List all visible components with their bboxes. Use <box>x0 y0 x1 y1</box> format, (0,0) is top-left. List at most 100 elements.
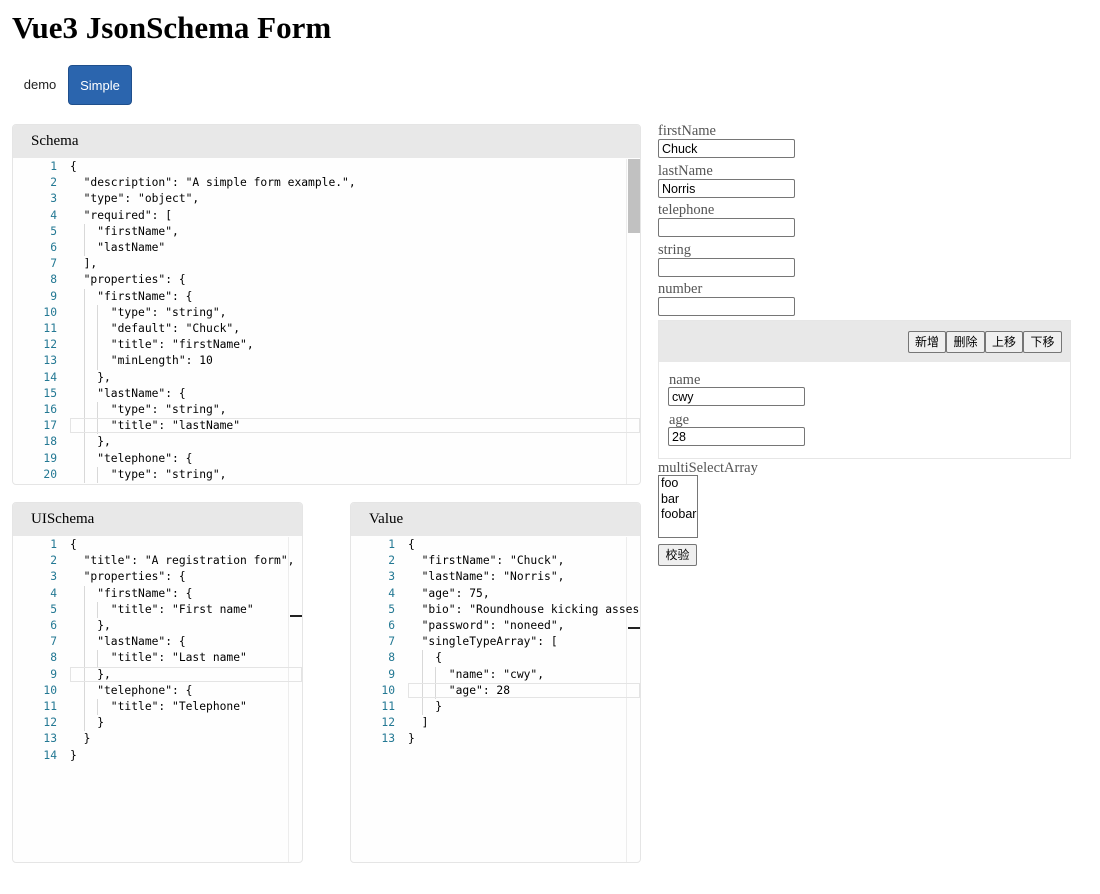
code-line: 2 "title": "A registration form", <box>13 553 302 569</box>
code-text: "minLength": 10 <box>70 354 213 368</box>
line-number: 5 <box>388 602 395 616</box>
tab-demo[interactable]: demo <box>14 65 66 105</box>
value-editor[interactable]: 1{2 "firstName": "Chuck", 3 "lastName": "… <box>351 537 640 862</box>
code-text: "lastName": { <box>70 635 186 649</box>
code-text: }, <box>70 435 111 449</box>
indent-guide <box>97 353 99 370</box>
indent-guide <box>83 715 85 732</box>
code-text: "age": 75, <box>408 586 490 600</box>
line-number: 6 <box>50 241 57 254</box>
item-age-input[interactable] <box>668 427 805 446</box>
indent-guide <box>97 321 99 338</box>
indent-guide <box>83 240 85 257</box>
indent-guide <box>97 337 99 354</box>
code-line: 4 "required": [ <box>13 208 640 224</box>
move-down-button[interactable]: 下移 <box>1023 331 1062 353</box>
number-input[interactable] <box>658 297 795 316</box>
indent-guide <box>83 288 85 305</box>
schema-editor[interactable]: 1{2 "description": "A simple form exampl… <box>13 159 640 484</box>
line-number: 1 <box>388 538 395 551</box>
line-number: 13 <box>43 354 57 368</box>
line-number: 11 <box>43 700 57 713</box>
line-number: 20 <box>43 467 57 481</box>
code-line: 8 { <box>351 650 640 666</box>
code-line: 3 "lastName": "Norris", <box>351 569 640 585</box>
string-input[interactable] <box>658 258 795 277</box>
line-number: 12 <box>43 716 57 730</box>
code-line: 13 } <box>13 731 302 747</box>
code-line: 5 "firstName", <box>13 224 640 240</box>
code-text: "properties": { <box>70 273 186 287</box>
code-text: "password": "noneed", <box>408 619 565 632</box>
firstname-label: firstName <box>658 123 716 139</box>
line-number: 3 <box>50 192 57 206</box>
line-number: 13 <box>381 732 395 746</box>
delete-button[interactable]: 删除 <box>946 331 985 353</box>
indent-guide <box>83 321 85 338</box>
line-number: 14 <box>43 370 57 384</box>
line-number: 18 <box>43 435 57 449</box>
item-name-input[interactable] <box>668 387 805 406</box>
line-number: 10 <box>43 683 57 697</box>
value-panel: Value 1{2 "firstName": "Chuck", 3 "lastNa… <box>350 502 641 863</box>
lastname-label: lastName <box>658 163 713 179</box>
code-line: 11 "title": "Telephone" <box>13 699 302 715</box>
line-number: 3 <box>388 570 395 584</box>
firstname-input[interactable] <box>658 139 795 158</box>
uischema-editor[interactable]: 1{2 "title": "A registration form", 3 "pr… <box>13 537 302 862</box>
code-line: 8 "properties": { <box>13 272 640 288</box>
code-line: 11 "default": "Chuck", <box>13 321 640 337</box>
uischema-panel-title: UISchema <box>13 503 302 536</box>
code-text: { <box>70 538 77 551</box>
multiselectarray-select[interactable]: foo bar foobar <box>658 475 698 538</box>
code-text: }, <box>70 370 111 384</box>
telephone-input[interactable] <box>658 218 795 237</box>
code-text: "type": "string", <box>70 467 227 481</box>
tab-simple[interactable]: Simple <box>68 65 132 105</box>
lastname-input[interactable] <box>658 179 795 198</box>
indent-guide <box>83 353 85 370</box>
code-text: "type": "string", <box>70 305 227 319</box>
line-number: 12 <box>381 716 395 730</box>
line-number: 11 <box>43 322 57 335</box>
select-option[interactable]: bar <box>659 492 697 508</box>
line-number: 5 <box>50 224 57 238</box>
select-option[interactable]: foobar <box>659 507 697 523</box>
line-number: 15 <box>43 386 57 400</box>
schema-panel: Schema 1{2 "description": "A simple form… <box>12 124 641 485</box>
code-line: 1{ <box>13 159 640 175</box>
code-line: 12 "title": "firstName", <box>13 337 640 353</box>
indent-guide <box>421 650 423 667</box>
move-up-button[interactable]: 上移 <box>985 331 1023 353</box>
code-line: 16 "type": "string", <box>13 402 640 418</box>
line-number: 5 <box>50 602 57 616</box>
indent-guide <box>83 682 85 699</box>
indent-guide <box>97 699 99 716</box>
code-text: "name": "cwy", <box>408 667 545 681</box>
code-text: { <box>408 538 415 551</box>
line-number: 8 <box>50 651 57 665</box>
add-button[interactable]: 新增 <box>908 331 946 353</box>
code-text: ] <box>408 716 429 730</box>
line-number: 6 <box>50 619 57 632</box>
indent-guide <box>83 618 85 635</box>
indent-guide <box>421 699 423 716</box>
current-line-highlight <box>70 418 640 434</box>
code-text: "properties": { <box>70 570 186 584</box>
current-line-highlight <box>70 666 302 682</box>
line-number: 13 <box>43 732 57 746</box>
validate-button[interactable]: 校验 <box>658 544 697 566</box>
code-line: 14 }, <box>13 370 640 386</box>
line-number: 3 <box>50 570 57 584</box>
line-number: 9 <box>50 667 57 681</box>
line-number: 10 <box>381 683 395 697</box>
code-text: }, <box>70 619 111 632</box>
code-line: 1{ <box>351 537 640 553</box>
code-line: 3 "properties": { <box>13 569 302 585</box>
select-option[interactable]: foo <box>659 476 697 492</box>
indent-guide <box>83 585 85 602</box>
code-text: "lastName": "Norris", <box>408 570 565 584</box>
indent-guide <box>97 304 99 321</box>
line-number: 9 <box>50 289 57 303</box>
line-number: 4 <box>50 586 57 600</box>
